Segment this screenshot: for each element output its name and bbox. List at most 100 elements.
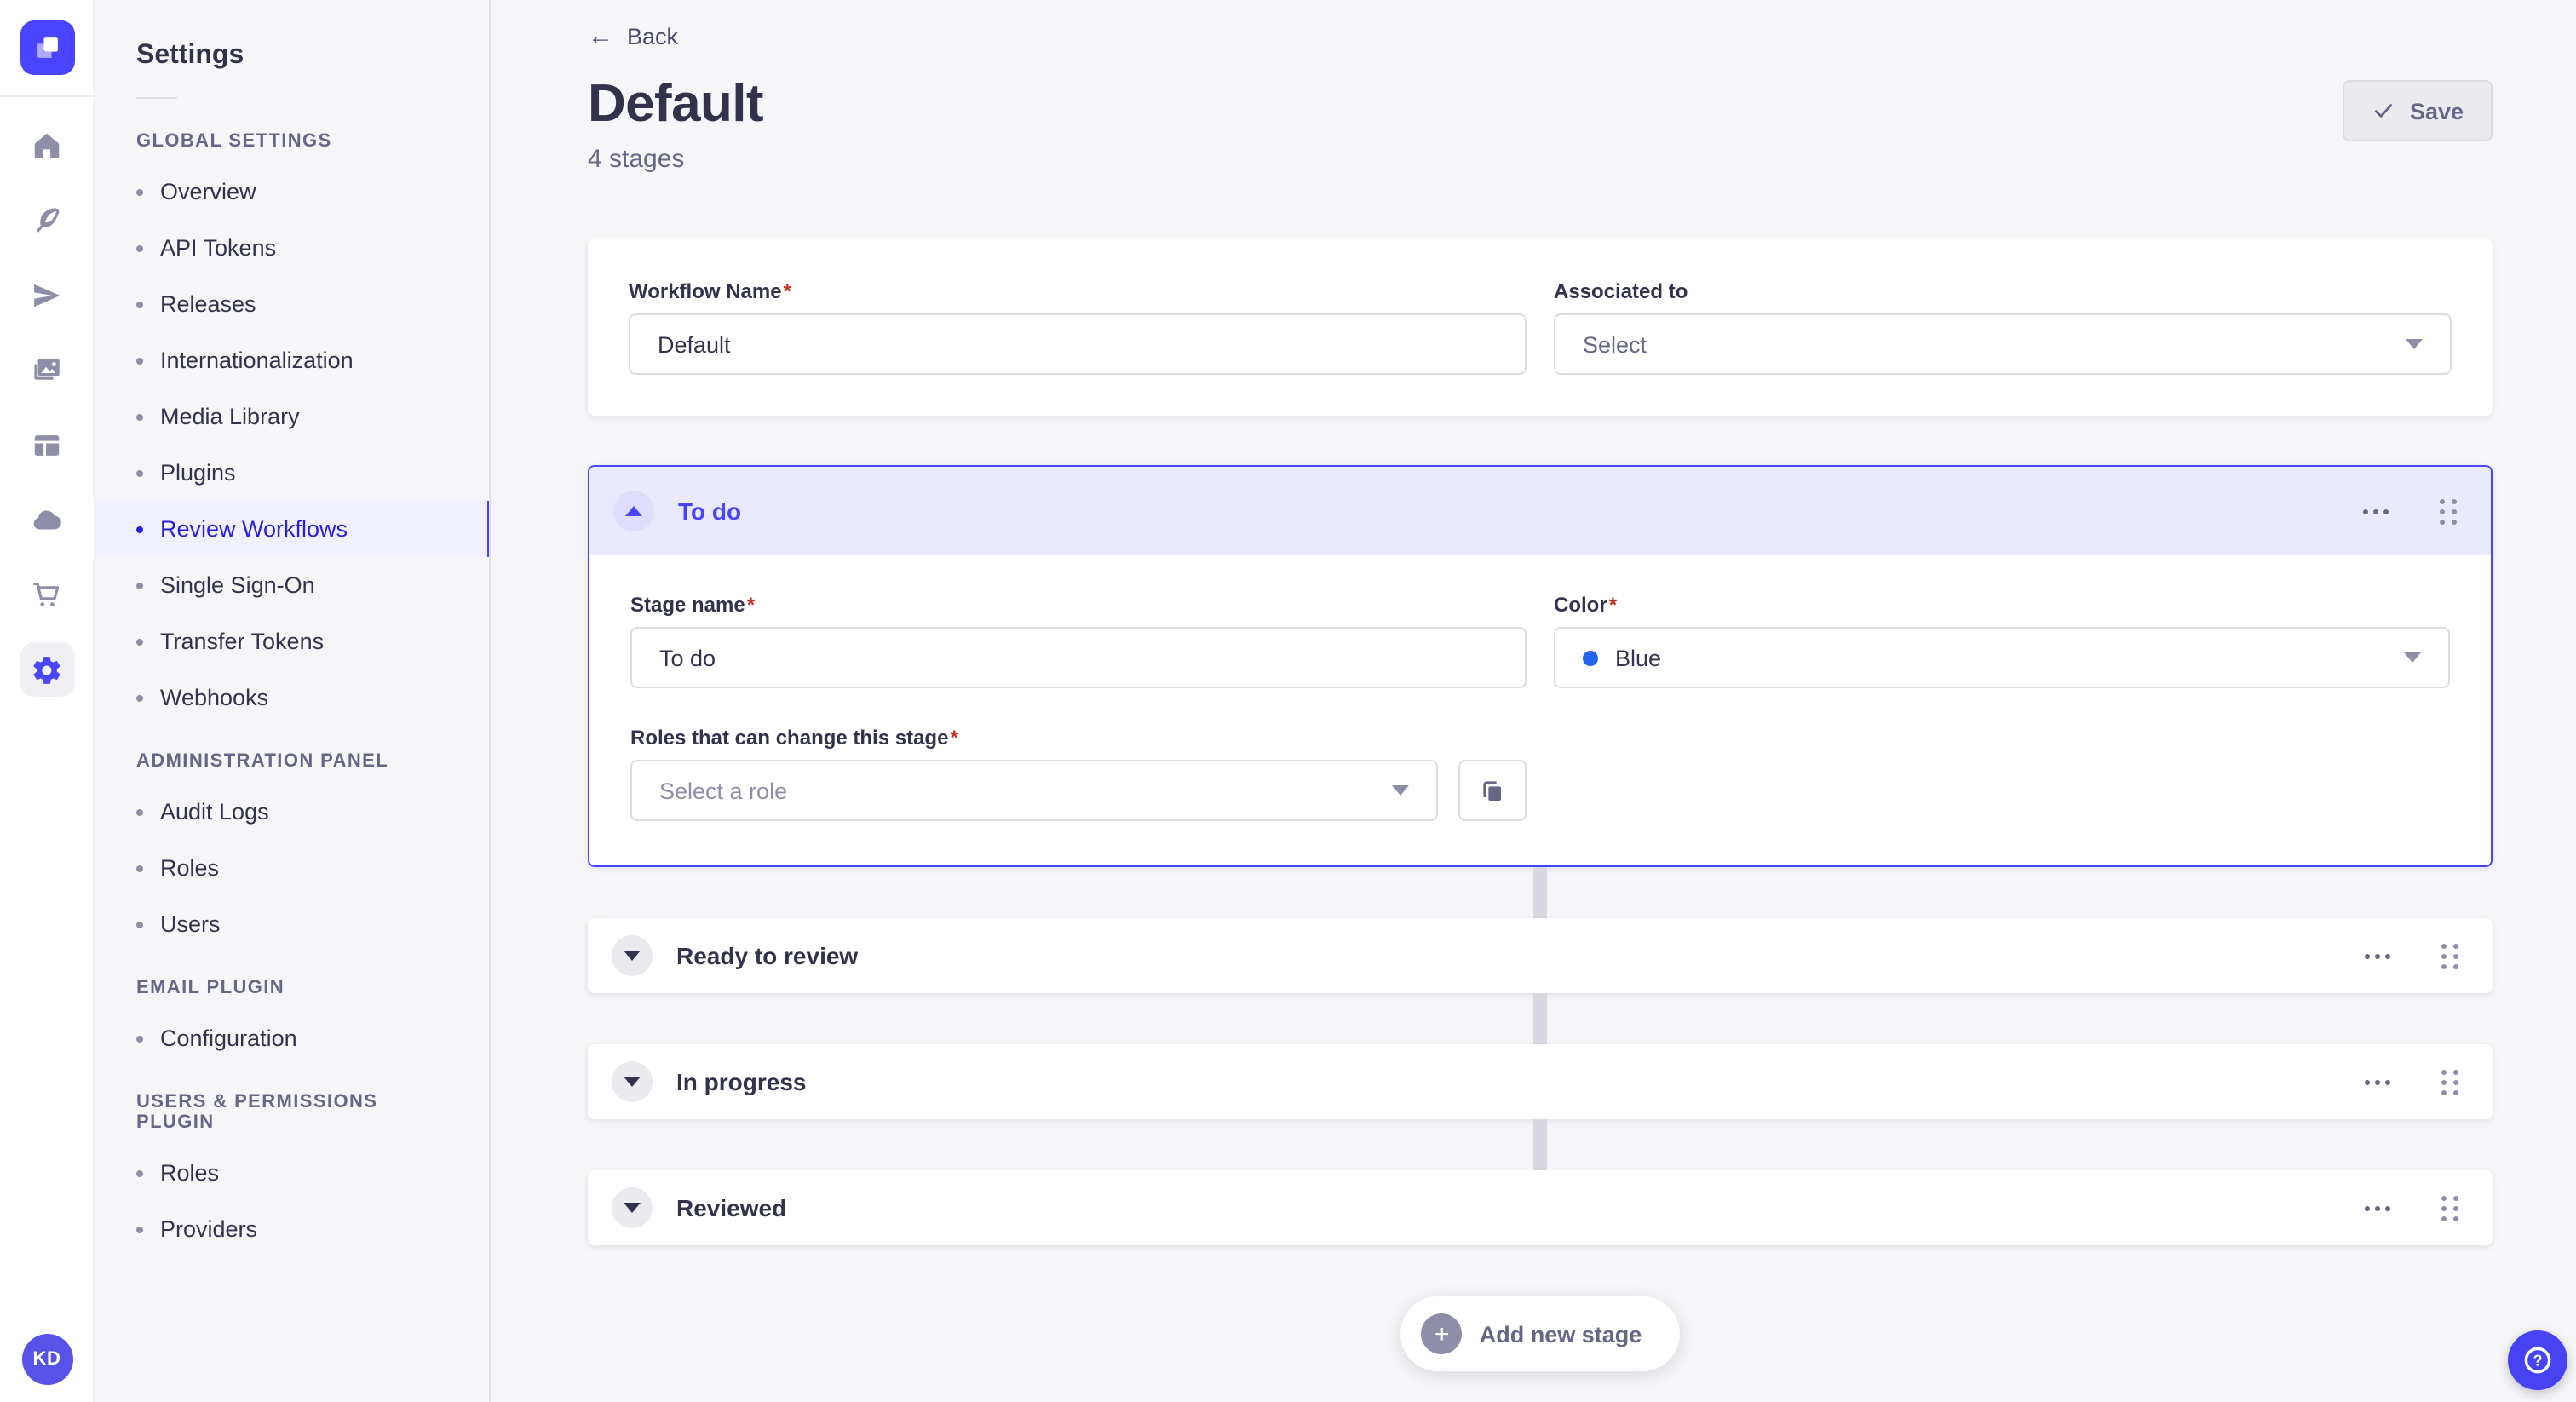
chevron-down-icon (2404, 652, 2421, 663)
workflow-name-label: Workflow Name (629, 279, 782, 303)
stage-drag-handle-icon[interactable] (2435, 936, 2465, 975)
bullet-icon (136, 413, 143, 420)
expand-stage-button[interactable] (612, 1187, 653, 1228)
stage-drag-handle-icon[interactable] (2433, 491, 2464, 531)
stage-more-options-icon[interactable] (2358, 946, 2397, 965)
sidebar-item-up-providers[interactable]: Providers (95, 1201, 489, 1257)
required-marker: * (746, 593, 756, 617)
bullet-icon (136, 244, 143, 251)
svg-text:?: ? (2533, 1353, 2542, 1370)
icon-rail: KD (0, 0, 95, 1402)
settings-sidebar: Settings GLOBAL SETTINGS Overview API To… (95, 0, 491, 1402)
sidebar-title: Settings (136, 41, 244, 70)
sidebar-item-up-roles[interactable]: Roles (95, 1145, 489, 1201)
stage-connector (1533, 1119, 1547, 1170)
strapi-logo[interactable] (20, 20, 74, 75)
stage-more-options-icon[interactable] (2356, 502, 2395, 520)
bullet-icon (136, 1226, 143, 1232)
section-label-administration-panel: ADMINISTRATION PANEL (136, 751, 389, 772)
sidebar-item-review-workflows[interactable]: Review Workflows (95, 501, 489, 557)
expand-stage-button[interactable] (612, 935, 653, 976)
chevron-down-icon (624, 1077, 641, 1087)
stage-card-reviewed[interactable]: Reviewed (588, 1170, 2493, 1245)
stage-header-to-do[interactable]: To do (589, 467, 2491, 555)
sidebar-item-plugins[interactable]: Plugins (95, 445, 489, 501)
stage-drag-handle-icon[interactable] (2435, 1062, 2465, 1101)
sidebar-item-audit-logs[interactable]: Audit Logs (95, 784, 489, 840)
stage-count: 4 stages (588, 145, 685, 174)
stage-title: Ready to review (676, 942, 859, 969)
bullet-icon (136, 301, 143, 307)
releases-paper-plane-icon[interactable] (20, 267, 74, 322)
stage-body-to-do: Stage name* Color* Blue (589, 555, 2491, 865)
back-link[interactable]: ← Back (588, 24, 678, 49)
stage-drag-handle-icon[interactable] (2435, 1188, 2465, 1227)
sidebar-item-releases[interactable]: Releases (95, 276, 489, 332)
stage-name-field: Stage name * (630, 593, 1527, 688)
sidebar-item-overview[interactable]: Overview (95, 164, 489, 220)
associated-to-label: Associated to (1554, 279, 1688, 303)
bullet-icon (136, 357, 143, 364)
content-type-builder-icon[interactable] (20, 417, 74, 472)
stage-card-to-do: To do Stage name* Col (588, 465, 2493, 867)
sidebar-item-email-configuration[interactable]: Configuration (95, 1010, 489, 1066)
expand-stage-button[interactable] (612, 1061, 653, 1102)
bullet-icon (136, 1035, 143, 1042)
sidebar-item-internationalization[interactable]: Internationalization (95, 332, 489, 388)
user-avatar[interactable]: KD (21, 1334, 72, 1385)
duplicate-stage-button[interactable] (1458, 760, 1527, 821)
stage-card-ready-to-review[interactable]: Ready to review (588, 918, 2493, 993)
stage-roles-field: Roles that can change this stage * Select… (630, 726, 1527, 821)
check-icon (2375, 104, 2394, 118)
workflow-name-input[interactable] (629, 313, 1527, 375)
chevron-down-icon (2406, 339, 2423, 349)
plus-icon: + (1421, 1313, 1463, 1354)
marketplace-cart-icon[interactable] (20, 567, 74, 622)
color-select[interactable]: Blue (1554, 627, 2450, 688)
bullet-icon (136, 808, 143, 815)
media-library-icon[interactable] (20, 342, 74, 397)
stage-name-input[interactable] (630, 627, 1527, 688)
roles-select[interactable]: Select a role (630, 760, 1438, 821)
section-label-users-permissions-plugin: USERS & PERMISSIONS PLUGIN (136, 1092, 378, 1133)
sidebar-item-api-tokens[interactable]: API Tokens (95, 220, 489, 276)
required-marker: * (950, 726, 958, 750)
help-button[interactable]: ? (2508, 1330, 2567, 1390)
add-new-stage-button[interactable]: + Add new stage (1400, 1296, 1680, 1371)
required-marker: * (783, 279, 791, 303)
sidebar-divider (136, 97, 177, 99)
home-icon[interactable] (20, 118, 74, 172)
stage-title: Reviewed (676, 1194, 787, 1221)
stage-card-in-progress[interactable]: In progress (588, 1044, 2493, 1119)
stage-title: In progress (676, 1068, 807, 1095)
stage-more-options-icon[interactable] (2358, 1198, 2397, 1217)
sidebar-item-admin-users[interactable]: Users (95, 896, 489, 952)
stage-connector (1533, 867, 1547, 918)
required-marker: * (1608, 593, 1618, 617)
arrow-left-icon: ← (588, 22, 613, 51)
workflow-form-card: Workflow Name* Associated to Select (588, 238, 2493, 416)
chevron-down-icon (624, 951, 641, 961)
sidebar-item-admin-roles[interactable]: Roles (95, 840, 489, 896)
collapse-stage-button[interactable] (613, 491, 654, 531)
settings-gear-icon[interactable] (20, 642, 74, 697)
deploy-cloud-icon[interactable] (20, 492, 74, 547)
save-button[interactable]: Save (2343, 80, 2493, 141)
sidebar-item-single-sign-on[interactable]: Single Sign-On (95, 557, 489, 613)
sidebar-item-webhooks[interactable]: Webhooks (95, 669, 489, 726)
stage-connector (1533, 993, 1547, 1044)
sidebar-item-media-library[interactable]: Media Library (95, 388, 489, 445)
blue-color-dot (1583, 650, 1598, 665)
stages-list: To do Stage name* Col (588, 465, 2493, 1371)
stage-more-options-icon[interactable] (2358, 1072, 2397, 1091)
associated-to-select[interactable]: Select (1554, 313, 2452, 375)
section-label-email-plugin: EMAIL PLUGIN (136, 978, 285, 998)
sidebar-item-transfer-tokens[interactable]: Transfer Tokens (95, 613, 489, 669)
bullet-icon (136, 1169, 143, 1176)
workflow-name-field: Workflow Name * (629, 279, 1527, 375)
bullet-icon (136, 188, 143, 195)
copy-icon (1483, 781, 1501, 801)
rail-divider (0, 95, 94, 97)
content-manager-feather-icon[interactable] (20, 192, 74, 247)
question-mark-icon: ? (2524, 1347, 2551, 1374)
